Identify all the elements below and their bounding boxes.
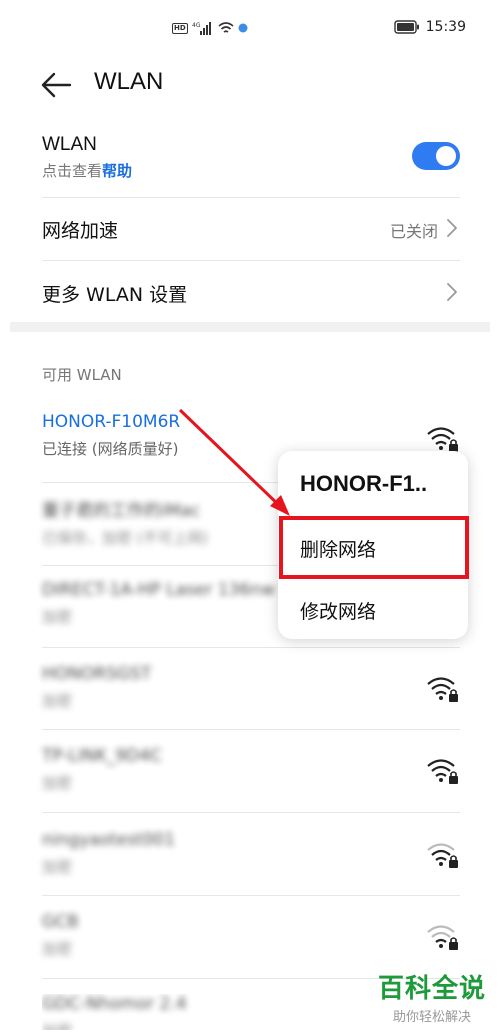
network-item[interactable]: HONORSGST 加密 [42, 664, 460, 720]
network-item[interactable]: ningyaotest001 加密 [42, 830, 460, 886]
network-status: 加密 [42, 940, 73, 958]
more-wlan-settings-label: 更多 WLAN 设置 [42, 284, 188, 306]
divider [42, 729, 460, 730]
network-name: ningyaotest001 [42, 830, 176, 850]
network-status: 加密 [42, 858, 73, 876]
wlan-switch-knob [436, 146, 456, 166]
delete-highlight-box [279, 516, 469, 579]
divider [42, 197, 460, 198]
divider [42, 812, 460, 813]
back-arrow-icon[interactable] [40, 70, 72, 100]
wlan-label: WLAN [42, 134, 97, 155]
modify-network-option[interactable]: 修改网络 [300, 597, 376, 624]
watermark-title: 百科全说 [377, 974, 486, 1004]
context-menu-title: HONOR-F1.. [300, 471, 428, 496]
chevron-right-icon [447, 219, 457, 237]
wifi-lock-icon [427, 925, 458, 950]
clock: 15:39 [425, 19, 466, 35]
network-name: HONOR-F10M6R [42, 412, 181, 432]
available-wlan-header: 可用 WLAN [42, 366, 122, 384]
divider [42, 895, 460, 896]
network-accel-row[interactable]: 网络加速 已关闭 [42, 216, 460, 244]
status-right: 15:39 [393, 19, 466, 35]
wlan-switch[interactable] [412, 142, 460, 170]
svg-text:4G: 4G [192, 22, 201, 29]
status-icons: HD 4G [172, 20, 248, 36]
divider [42, 647, 460, 648]
watermark-logo: 百科全说 助你轻松解决 [378, 968, 486, 1025]
watermark-subtitle: 助你轻松解决 [392, 1010, 471, 1025]
help-link[interactable]: 帮助 [102, 162, 132, 180]
notification-dot-icon [238, 23, 248, 33]
wifi-lock-icon [427, 427, 458, 452]
divider [42, 260, 460, 261]
network-name: GCB [42, 912, 79, 932]
more-wlan-settings-row[interactable]: 更多 WLAN 设置 [42, 280, 460, 308]
battery-icon [393, 20, 419, 34]
network-accel-value: 已关闭 [389, 222, 438, 241]
chevron-right-icon [447, 283, 457, 301]
network-name: HONORSGST [42, 664, 152, 684]
wifi-lock-icon [427, 759, 458, 784]
status-bar: HD 4G 15:39 [0, 0, 500, 56]
network-status: 加密 [42, 774, 73, 792]
network-name: TP-LINK_9D4C [42, 746, 162, 766]
wlan-hint-text: 点击查看 [42, 162, 103, 180]
section-separator [10, 322, 490, 332]
wifi-lock-icon [427, 843, 458, 868]
wlan-toggle-row[interactable]: WLAN 点击查看帮助 [42, 134, 460, 186]
signal-icon: 4G [192, 22, 211, 35]
network-item[interactable]: GCB 加密 [42, 912, 460, 968]
wifi-status-icon [218, 22, 234, 33]
wlan-hint: 点击查看帮助 [42, 160, 460, 181]
hd-badge: HD [172, 22, 188, 34]
app-bar: WLAN [0, 60, 500, 110]
network-item[interactable]: TP-LINK_9D4C 加密 [42, 746, 460, 802]
page-title: WLAN [94, 68, 164, 95]
network-accel-label: 网络加速 [42, 220, 119, 242]
wifi-lock-icon [427, 677, 458, 702]
network-status: 加密 [42, 692, 73, 710]
